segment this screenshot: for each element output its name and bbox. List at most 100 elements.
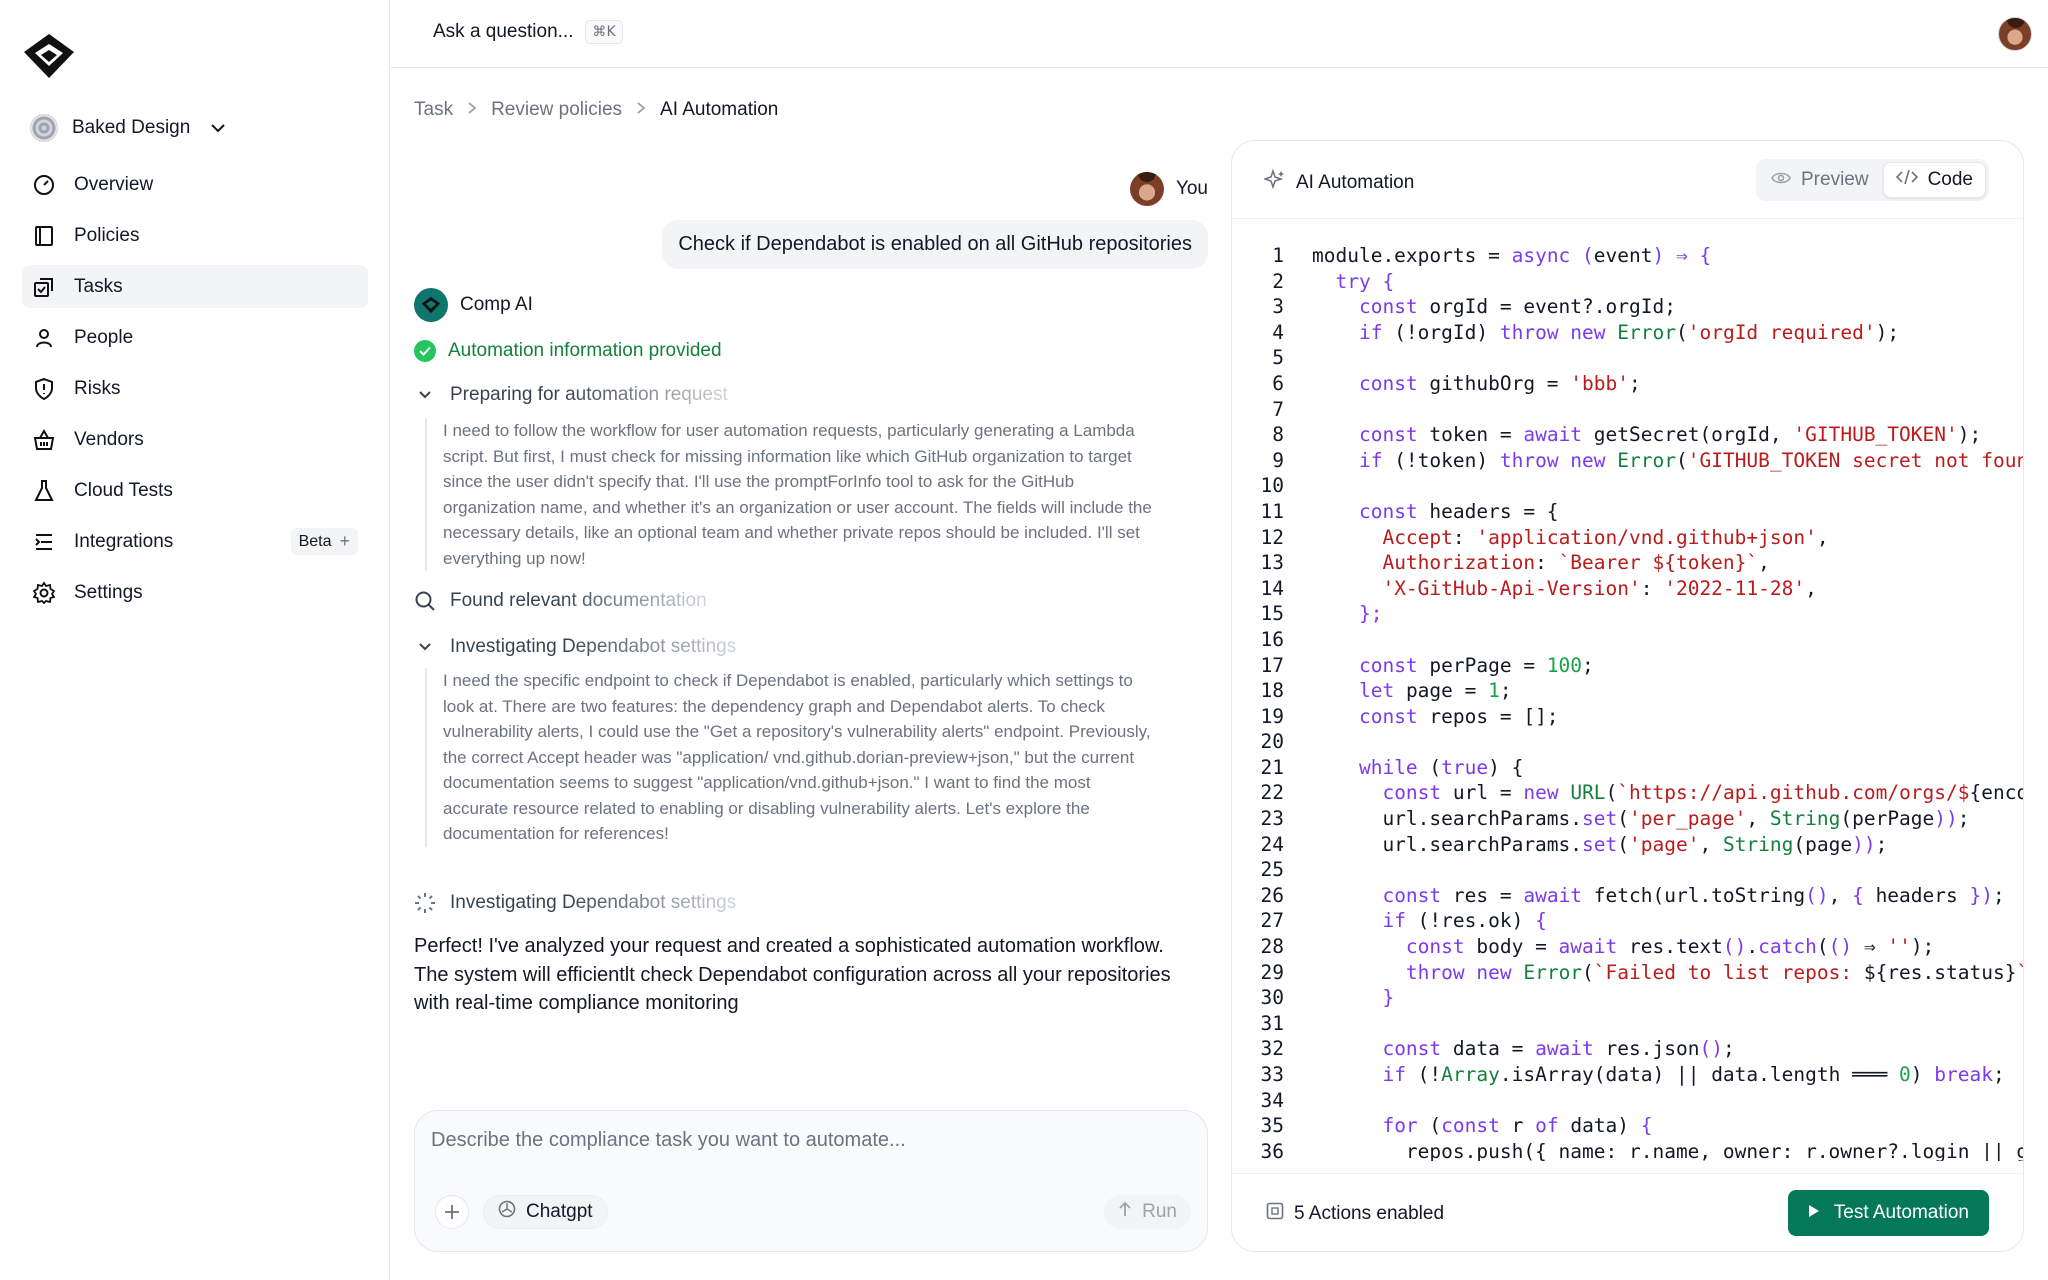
flask-icon <box>32 479 56 503</box>
chat-composer: Chatgpt Run <box>414 1110 1208 1252</box>
code-line: 12 Accept: 'application/vnd.github+json'… <box>1260 525 1829 549</box>
code-line: 11 const headers = { <box>1260 499 1559 523</box>
basket-icon <box>32 428 56 452</box>
sidebar-item-tasks[interactable]: Tasks <box>22 265 368 308</box>
code-line: 33 if (!Array.isArray(data) || data.leng… <box>1260 1063 2005 1086</box>
code-line: 26 const res = await fetch(url.toString(… <box>1260 883 2005 907</box>
code-line: 27 if (!res.ok) { <box>1260 909 1547 933</box>
sidebar-item-overview[interactable]: Overview <box>22 163 368 206</box>
arrow-up-icon <box>1118 1201 1132 1223</box>
code-line: 4 if (!orgId) throw new Error('orgId req… <box>1272 320 1900 344</box>
test-automation-button[interactable]: Test Automation <box>1787 1190 1989 1236</box>
sidebar-item-label: Cloud Tests <box>74 479 173 501</box>
breadcrumb: Task Review policies AI Automation <box>414 99 778 121</box>
test-automation-label: Test Automation <box>1833 1202 1969 1223</box>
add-attachment-button[interactable] <box>435 1195 469 1229</box>
sidebar-item-people[interactable]: People <box>22 316 368 359</box>
chat-thread: You Check if Dependabot is enabled on al… <box>414 140 1208 1080</box>
sidebar-item-label: Policies <box>74 224 140 246</box>
avatar <box>1129 172 1164 206</box>
breadcrumb-task[interactable]: Task <box>414 99 453 121</box>
sidebar-item-cloud-tests[interactable]: Cloud Tests <box>22 469 368 512</box>
gauge-icon <box>32 173 56 197</box>
plus-icon[interactable]: + <box>339 531 350 552</box>
user-message-header: You <box>1129 172 1208 206</box>
code-line: 9 if (!token) throw new Error('GITHUB_TO… <box>1272 448 2023 472</box>
code-line: 8 const token = await getSecret(orgId, '… <box>1272 423 1982 447</box>
run-button[interactable]: Run <box>1104 1195 1191 1229</box>
top-bar: Ask a question... ⌘K <box>391 0 2048 68</box>
assistant-logo-icon <box>414 288 448 322</box>
code-line: 18 let page = 1; <box>1260 679 1512 703</box>
code-tab[interactable]: Code <box>1882 162 1986 198</box>
code-line: 35 for (const r of data) { <box>1260 1114 1653 1138</box>
integrations-icon <box>32 530 56 554</box>
panel-title-label: AI Automation <box>1296 172 1415 193</box>
sidebar-nav: Overview Policies Tasks People Risks Ven… <box>22 163 368 622</box>
play-icon <box>1808 1202 1820 1224</box>
code-line: 10 <box>1260 474 1284 498</box>
sidebar-item-label: Overview <box>74 173 154 195</box>
reasoning-step: Investigating Dependabot settings <box>414 892 736 914</box>
sidebar-item-settings[interactable]: Settings <box>22 571 368 614</box>
reasoning-step-toggle[interactable]: Investigating Dependabot settings <box>414 636 736 658</box>
status-text: Automation information provided <box>448 340 722 361</box>
preview-label: Preview <box>1801 169 1869 190</box>
sidebar-item-label: Vendors <box>74 428 144 450</box>
sidebar: Baked Design Overview Policies Tasks Peo… <box>0 0 390 1280</box>
check-circle-icon <box>414 340 436 362</box>
model-selector-button[interactable]: Chatgpt <box>483 1195 608 1229</box>
ask-question-search[interactable]: Ask a question... ⌘K <box>433 20 623 44</box>
code-line: 31 <box>1260 1011 1284 1035</box>
code-line: 24 url.searchParams.set('page', String(p… <box>1260 832 1888 856</box>
reasoning-step-body: I need to follow the workflow for user a… <box>425 418 1165 571</box>
policies-icon <box>32 224 56 248</box>
reasoning-step-toggle[interactable]: Preparing for automation request <box>414 384 728 406</box>
code-label: Code <box>1927 169 1973 190</box>
code-line: 14 'X-GitHub-Api-Version': '2022-11-28', <box>1260 576 1817 600</box>
code-line: 32 const data = await res.json(); <box>1260 1037 1735 1061</box>
sidebar-item-label: People <box>74 326 134 348</box>
reasoning-step-body: I need the specific endpoint to check if… <box>425 668 1155 847</box>
task-description-input[interactable] <box>431 1129 1191 1152</box>
chevron-right-icon <box>636 101 646 120</box>
assistant-header: Comp AI <box>414 288 533 322</box>
automation-panel: AI Automation Preview Code 1 module.expor… <box>1231 140 2024 1252</box>
code-line: 34 <box>1260 1088 1284 1112</box>
code-line: 1 module.exports = async (event) ⇒ { <box>1272 244 1712 267</box>
code-icon <box>1895 169 1918 191</box>
org-switcher[interactable]: Baked Design <box>30 114 226 142</box>
breadcrumb-review-policies[interactable]: Review policies <box>491 99 622 121</box>
sidebar-item-label: Risks <box>74 377 121 399</box>
openai-icon <box>498 1200 516 1224</box>
reasoning-step-title: Found relevant documentation <box>450 590 707 611</box>
code-line: 15 }; <box>1260 602 1383 626</box>
beta-label: Beta <box>298 532 332 550</box>
code-line: 19 const repos = []; <box>1260 704 1559 728</box>
user-avatar[interactable] <box>1998 17 2032 51</box>
gear-icon <box>32 580 56 605</box>
code-line: 16 <box>1260 627 1284 651</box>
code-line: 6 const githubOrg = 'bbb'; <box>1272 371 1641 395</box>
code-line: 2 try { <box>1272 269 1395 293</box>
code-line: 25 <box>1260 858 1284 882</box>
actions-enabled-indicator: 5 Actions enabled <box>1266 1202 1444 1226</box>
code-line: 36 repos.push({ name: r.name, owner: r.o… <box>1260 1139 2023 1161</box>
sidebar-item-risks[interactable]: Risks <box>22 367 368 410</box>
sidebar-item-integrations[interactable]: Integrations Beta + <box>22 520 368 563</box>
reasoning-step: Found relevant documentation <box>414 590 707 612</box>
preview-tab[interactable]: Preview <box>1759 162 1881 198</box>
sidebar-item-vendors[interactable]: Vendors <box>22 418 368 461</box>
code-line: 30 } <box>1260 986 1395 1010</box>
view-toggle: Preview Code <box>1756 159 1989 201</box>
chevron-down-icon <box>414 636 436 658</box>
code-line: 28 const body = await res.text().catch((… <box>1260 935 1935 959</box>
code-line: 20 <box>1260 730 1284 754</box>
sidebar-item-label: Integrations <box>74 530 174 552</box>
code-editor[interactable]: 1 module.exports = async (event) ⇒ { 2 tr… <box>1232 243 2023 1161</box>
app-logo-icon[interactable] <box>22 32 76 80</box>
breadcrumb-current: AI Automation <box>660 99 779 120</box>
ask-question-label: Ask a question... <box>433 21 574 42</box>
status-message: Automation information provided <box>414 340 722 362</box>
sidebar-item-policies[interactable]: Policies <box>22 214 368 257</box>
